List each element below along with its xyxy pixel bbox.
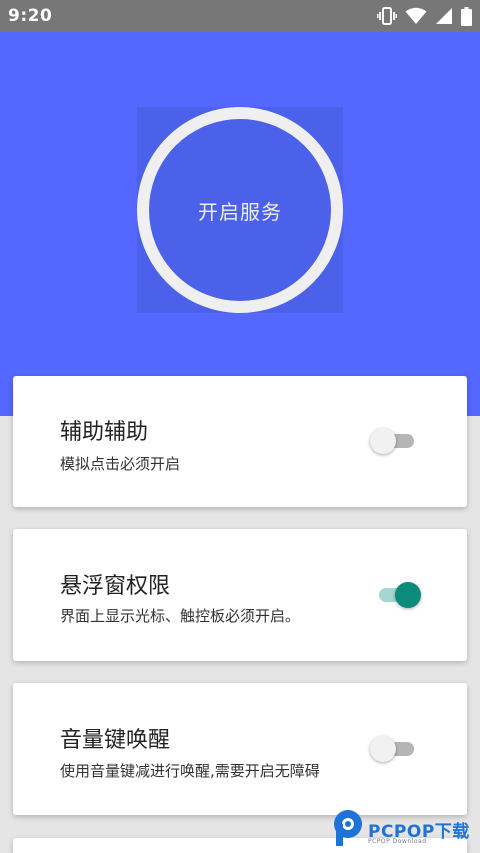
start-service-label: 开启服务 <box>198 199 282 224</box>
setting-subtitle: 使用音量键减进行唤醒,需要开启无障碍 <box>60 762 320 780</box>
watermark-subtext: PCPOP Download <box>368 838 427 845</box>
overlay-permission-toggle[interactable] <box>375 580 423 610</box>
volume-wake-toggle[interactable] <box>370 734 418 764</box>
setting-card-volume-wake: 音量键唤醒 使用音量键减进行唤醒,需要开启无障碍 <box>13 683 467 815</box>
setting-card-accessibility: 辅助辅助 模拟点击必须开启 <box>13 376 467 507</box>
watermark: PCPOP下载 PCPOP Download <box>332 808 480 853</box>
app-screen: 9:20 开启服务 辅助辅助 模拟点击必须开启 悬浮窗权限 界面上显示光标、触控… <box>0 0 480 853</box>
status-time: 9:20 <box>8 6 53 26</box>
battery-icon <box>461 6 472 26</box>
setting-title: 辅助辅助 <box>60 420 149 445</box>
toggle-knob <box>370 736 396 762</box>
vibrate-icon <box>377 7 397 25</box>
setting-subtitle: 界面上显示光标、触控板必须开启。 <box>60 607 301 625</box>
setting-title: 悬浮窗权限 <box>60 574 171 599</box>
toggle-knob <box>370 428 396 454</box>
setting-subtitle: 模拟点击必须开启 <box>60 455 181 473</box>
setting-title: 音量键唤醒 <box>60 728 171 753</box>
status-bar: 9:20 <box>0 0 480 32</box>
status-icons <box>377 6 472 26</box>
pcpop-logo-icon <box>334 810 362 846</box>
signal-icon <box>435 7 453 25</box>
service-button-area: 开启服务 <box>137 107 343 313</box>
start-service-button[interactable]: 开启服务 <box>137 107 343 313</box>
setting-card-overlay-permission: 悬浮窗权限 界面上显示光标、触控板必须开启。 <box>13 529 467 661</box>
accessibility-toggle[interactable] <box>370 426 418 456</box>
wifi-icon <box>405 7 427 25</box>
hero-header: 开启服务 <box>0 32 480 416</box>
toggle-knob <box>395 582 421 608</box>
